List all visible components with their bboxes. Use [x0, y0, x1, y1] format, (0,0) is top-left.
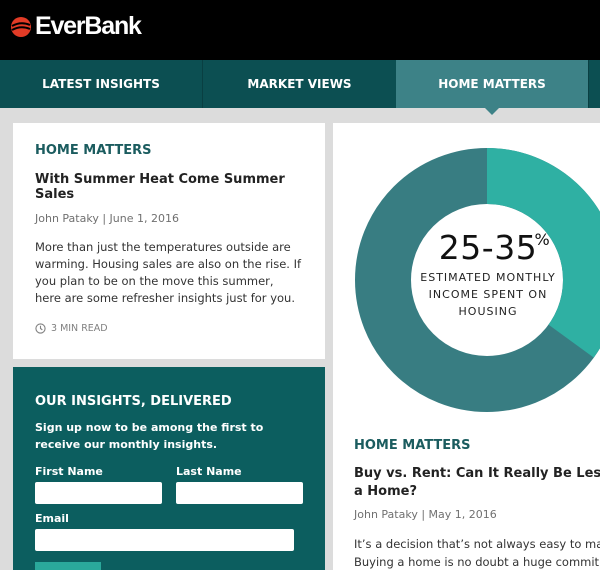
article-category[interactable]: HOME MATTERS [354, 438, 471, 453]
brand-name: EverBank [35, 12, 142, 40]
email-label: Email [35, 512, 69, 525]
email-group: Email [35, 512, 294, 551]
main-nav: LATEST INSIGHTS MARKET VIEWS HOME MATTER… [0, 60, 600, 115]
first-name-label: First Name [35, 465, 103, 478]
article-excerpt: It’s a decision that’s not always easy t… [354, 537, 600, 569]
clock-icon [35, 323, 46, 334]
tab-market-views[interactable]: MARKET VIEWS [203, 60, 396, 108]
signup-title: OUR INSIGHTS, DELIVERED [35, 394, 232, 409]
income-percentage: 25-35% [438, 228, 550, 267]
read-time-label: 3 MIN READ [51, 323, 108, 334]
everbank-logo-icon [11, 16, 31, 37]
article-headline[interactable]: With Summer Heat Come Summer Sales [35, 172, 303, 202]
nav-spacer [588, 60, 600, 108]
top-bar: EverBank [0, 0, 600, 60]
article-category[interactable]: HOME MATTERS [35, 143, 303, 158]
email-field[interactable] [35, 529, 294, 551]
article-byline: John Pataky | May 1, 2016 [354, 508, 497, 521]
percent-sign: % [534, 230, 551, 249]
tab-latest-insights[interactable]: LATEST INSIGHTS [0, 60, 203, 108]
last-name-field[interactable] [176, 482, 303, 504]
name-fields: First Name Last Name [35, 465, 303, 504]
article-card-summer-sales[interactable]: HOME MATTERS With Summer Heat Come Summe… [13, 123, 325, 359]
everbank-logo[interactable]: EverBank [10, 12, 142, 40]
submit-button[interactable] [35, 562, 101, 570]
donut-caption: ESTIMATED MONTHLY INCOME SPENT ON HOUSIN… [420, 271, 556, 318]
last-name-group: Last Name [176, 465, 303, 504]
income-percentage-value: 25-35 [438, 228, 538, 267]
first-name-field[interactable] [35, 482, 162, 504]
article-card-buy-vs-rent[interactable]: 25-35% ESTIMATED MONTHLY INCOME SPENT ON… [333, 123, 600, 570]
donut-center-text: 25-35% ESTIMATED MONTHLY INCOME SPENT ON… [408, 228, 568, 320]
article-byline: John Pataky | June 1, 2016 [35, 212, 179, 225]
newsletter-signup: OUR INSIGHTS, DELIVERED Sign up now to b… [13, 367, 325, 570]
signup-description: Sign up now to be among the first to rec… [35, 421, 264, 451]
first-name-group: First Name [35, 465, 162, 504]
read-time: 3 MIN READ [35, 323, 108, 334]
article-headline[interactable]: Buy vs. Rent: Can It Really Be Less Expe… [354, 465, 600, 501]
last-name-label: Last Name [176, 465, 242, 478]
article-excerpt: More than just the temperatures outside … [35, 240, 302, 305]
tab-home-matters[interactable]: HOME MATTERS [396, 60, 588, 115]
